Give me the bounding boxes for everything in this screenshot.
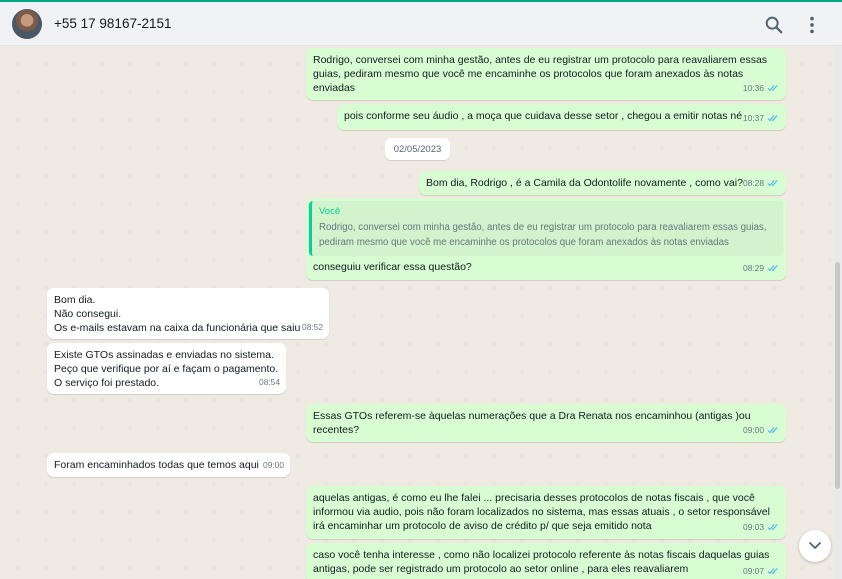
scrollbar-thumb[interactable] — [835, 262, 840, 489]
message-outgoing-reply[interactable]: Você Rodrigo, conversei com minha gestão… — [306, 198, 786, 280]
message-text: Bom dia. Não consegui. Os e-mails estava… — [54, 294, 301, 335]
scroll-to-bottom-button[interactable] — [799, 530, 831, 562]
message-outgoing[interactable]: Essas GTOs referem-se àquelas numerações… — [306, 404, 786, 442]
message-text: Foram encaminhados todas que temos aqui — [54, 459, 259, 471]
quoted-message[interactable]: Você Rodrigo, conversei com minha gestão… — [309, 201, 783, 256]
message-incoming[interactable]: Bom dia. Não consegui. Os e-mails estava… — [47, 288, 329, 339]
message-meta: 10:37 — [743, 111, 780, 125]
message-outgoing[interactable]: pois conforme seu áudio , a moça que cui… — [337, 104, 786, 130]
message-meta: 09:03 — [743, 520, 780, 534]
message-time: 08:28 — [743, 177, 764, 188]
message-outgoing[interactable]: aquelas antigas, é como eu lhe falei ...… — [306, 486, 786, 539]
message-text: Existe GTOs assinadas e enviadas no sist… — [54, 349, 279, 390]
message-time: 08:52 — [302, 321, 323, 332]
message-time: 08:29 — [743, 262, 764, 273]
quote-text: Rodrigo, conversei com minha gestão, ant… — [319, 222, 767, 248]
message-time: 09:00 — [263, 459, 284, 470]
message-outgoing[interactable]: Rodrigo, conversei com minha gestão, ant… — [306, 48, 786, 100]
avatar[interactable] — [12, 9, 42, 39]
message-meta: 08:52 — [302, 320, 323, 334]
message-text: pois conforme seu áudio , a moça que cui… — [344, 110, 743, 122]
chat-header: +55 17 98167-2151 — [0, 0, 842, 46]
message-text: conseguiu verificar essa questão? — [313, 261, 472, 273]
quote-author: Você — [319, 206, 341, 217]
double-check-icon — [767, 567, 778, 575]
double-check-icon — [767, 84, 778, 92]
message-time: 10:37 — [743, 112, 764, 123]
message-time: 10:36 — [743, 82, 764, 93]
message-time: 09:03 — [743, 521, 764, 532]
message-text: Rodrigo, conversei com minha gestão, ant… — [313, 54, 768, 95]
menu-icon[interactable] — [801, 14, 823, 36]
chevron-down-icon — [809, 542, 821, 549]
message-incoming[interactable]: Existe GTOs assinadas e enviadas no sist… — [47, 343, 286, 394]
message-meta: 08:29 — [743, 261, 780, 275]
message-text: aquelas antigas, é como eu lhe falei ...… — [313, 492, 770, 533]
message-time: 08:54 — [259, 376, 280, 387]
message-meta: 08:28 — [743, 176, 780, 190]
scrollbar[interactable] — [834, 46, 842, 579]
double-check-icon — [767, 114, 778, 122]
message-text: Essas GTOs referem-se àquelas numerações… — [313, 410, 751, 437]
message-outgoing[interactable]: caso você tenha interesse , como não loc… — [306, 543, 786, 579]
date-separator: 02/05/2023 — [385, 138, 450, 160]
double-check-icon — [767, 264, 778, 272]
message-time: 09:00 — [743, 424, 764, 435]
message-time: 09:07 — [743, 565, 764, 576]
contact-name[interactable]: +55 17 98167-2151 — [54, 16, 172, 31]
search-icon[interactable] — [763, 14, 785, 36]
message-text: Bom dia, Rodrigo , é a Camila da Odontol… — [426, 177, 743, 189]
message-meta: 09:00 — [263, 458, 284, 472]
message-outgoing[interactable]: Bom dia, Rodrigo , é a Camila da Odontol… — [419, 171, 786, 195]
message-meta: 09:07 — [743, 564, 780, 578]
double-check-icon — [767, 426, 778, 434]
double-check-icon — [767, 523, 778, 531]
message-meta: 08:54 — [259, 375, 280, 389]
message-meta: 10:36 — [743, 81, 780, 95]
double-check-icon — [767, 179, 778, 187]
message-incoming[interactable]: Foram encaminhados todas que temos aqui … — [47, 453, 290, 477]
message-meta: 09:00 — [743, 423, 780, 437]
message-text: caso você tenha interesse , como não loc… — [313, 549, 770, 576]
message-list[interactable]: Rodrigo, conversei com minha gestão, ant… — [0, 46, 834, 579]
